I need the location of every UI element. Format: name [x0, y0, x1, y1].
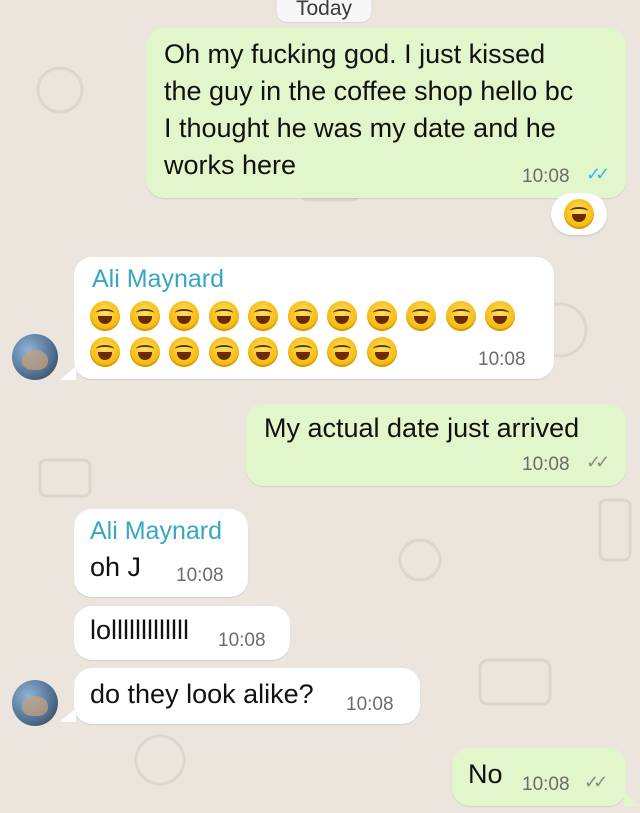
grinning-squinting-face-icon: [169, 301, 199, 331]
date-separator: Today: [277, 0, 371, 22]
grinning-squinting-face-icon: [129, 337, 160, 367]
sender-name: Ali Maynard: [92, 265, 224, 293]
grinning-squinting-face-icon: [406, 301, 436, 331]
laughing-with-tears-icon: [564, 199, 594, 229]
avatar[interactable]: [12, 334, 58, 380]
grinning-squinting-face-icon: [287, 301, 318, 331]
message-bubble-outgoing[interactable]: Oh my fucking god. I just kissed the guy…: [146, 28, 626, 198]
grinning-squinting-face-icon: [90, 301, 120, 331]
grinning-squinting-face-icon: [287, 337, 318, 367]
message-bubble-incoming[interactable]: lolllllllllllll 10:08: [74, 606, 290, 660]
message-text: oh J: [90, 552, 142, 582]
avatar[interactable]: [12, 680, 58, 726]
grinning-squinting-face-icon: [445, 301, 476, 331]
message-time: 10:08: [522, 454, 570, 475]
message-time: 10:08: [478, 349, 526, 370]
grinning-squinting-face-icon: [366, 337, 397, 367]
delivered-receipt-icon: ✓✓: [586, 452, 610, 472]
message-time: 10:08: [218, 630, 266, 651]
message-time: 10:08: [176, 565, 224, 586]
bubble-tail: [624, 792, 640, 806]
reaction-badge[interactable]: [551, 193, 607, 235]
grinning-squinting-face-icon: [248, 301, 278, 331]
message-text: Oh my fucking god. I just kissed the guy…: [164, 39, 574, 180]
grinning-squinting-face-icon: [327, 337, 357, 367]
message-bubble-outgoing[interactable]: My actual date just arrived 10:08 ✓✓: [246, 404, 626, 486]
message-text: No: [468, 759, 503, 789]
grinning-squinting-face-icon: [129, 301, 160, 331]
message-time: 10:08: [346, 694, 394, 715]
delivered-receipt-icon: ✓✓: [584, 772, 608, 792]
message-bubble-incoming[interactable]: Ali Maynard oh J 10:08: [74, 509, 248, 597]
grinning-squinting-face-icon: [485, 301, 515, 331]
message-text: My actual date just arrived: [264, 413, 580, 443]
bubble-tail: [60, 366, 76, 380]
grinning-squinting-face-icon: [208, 337, 239, 367]
grinning-squinting-face-icon: [366, 301, 397, 331]
read-receipt-icon: ✓✓: [586, 164, 610, 184]
grinning-squinting-face-icon: [327, 301, 357, 331]
message-time: 10:08: [522, 166, 570, 187]
grinning-squinting-face-icon: [169, 337, 199, 367]
message-text: do they look alike?: [90, 679, 314, 709]
grinning-squinting-face-icon: [248, 337, 278, 367]
message-text: lolllllllllllll: [90, 615, 189, 645]
message-time: 10:08: [522, 774, 570, 795]
grinning-squinting-face-icon: [208, 301, 239, 331]
sender-name: Ali Maynard: [90, 517, 222, 545]
grinning-squinting-face-icon: [90, 337, 120, 367]
message-bubble-incoming[interactable]: do they look alike? 10:08: [74, 668, 420, 724]
message-bubble-incoming[interactable]: Ali Maynard 10:08: [74, 257, 554, 379]
message-bubble-outgoing[interactable]: No 10:08 ✓✓: [452, 748, 626, 806]
